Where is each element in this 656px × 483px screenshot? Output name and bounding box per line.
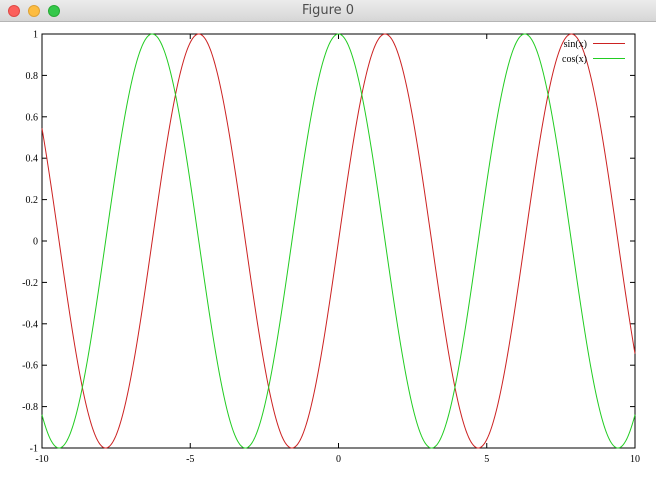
x-tick-label: 5 <box>484 454 489 465</box>
chart-series <box>41 33 636 449</box>
y-tick-label: 0.2 <box>26 195 39 206</box>
x-tick-label: 10 <box>630 454 640 465</box>
x-tick-label: -10 <box>35 454 48 465</box>
window-title: Figure 0 <box>301 3 355 18</box>
y-tick-label: -0.8 <box>22 402 38 413</box>
y-tick-label: -0.2 <box>22 278 38 289</box>
x-tick-label: -5 <box>186 454 194 465</box>
plot-area: -10 -5 0 5 10 -1 -0.8 -0.6 -0.4 -0.2 0 0.2 0.4 0.6 0.8… <box>0 22 656 483</box>
y-tick-label: -0.6 <box>22 361 38 372</box>
y-tick-label: 0 <box>33 237 38 248</box>
figure-window: Figure 0 -10 -5 0 5 10 -1 -0.8 -0.6 -0.4 -0.2 0 0.2… <box>0 0 656 483</box>
legend-label-sin: sin(x) <box>564 39 587 50</box>
chart-legend: sin(x) cos(x) <box>562 39 625 65</box>
y-tick-label: 0.6 <box>26 112 39 123</box>
title-bar[interactable]: Figure 0 <box>0 0 656 22</box>
y-tick-label: 0.4 <box>26 154 39 165</box>
y-tick-label: -1 <box>30 444 38 455</box>
x-tick-label: 0 <box>336 454 341 465</box>
legend-label-cos: cos(x) <box>562 54 587 65</box>
series-line-sin <box>41 33 636 449</box>
y-tick-label: 1 <box>33 30 38 41</box>
y-tick-label: 0.8 <box>26 71 39 82</box>
y-tick-label: -0.4 <box>22 319 38 330</box>
axis-ticks: -10 -5 0 5 10 -1 -0.8 -0.6 -0.4 -0.2 0 0.2 0.4 0.6 0.8… <box>22 30 640 466</box>
line-chart: -10 -5 0 5 10 -1 -0.8 -0.6 -0.4 -0.2 0 0.2 0.4 0.6 0.8… <box>22 30 640 466</box>
